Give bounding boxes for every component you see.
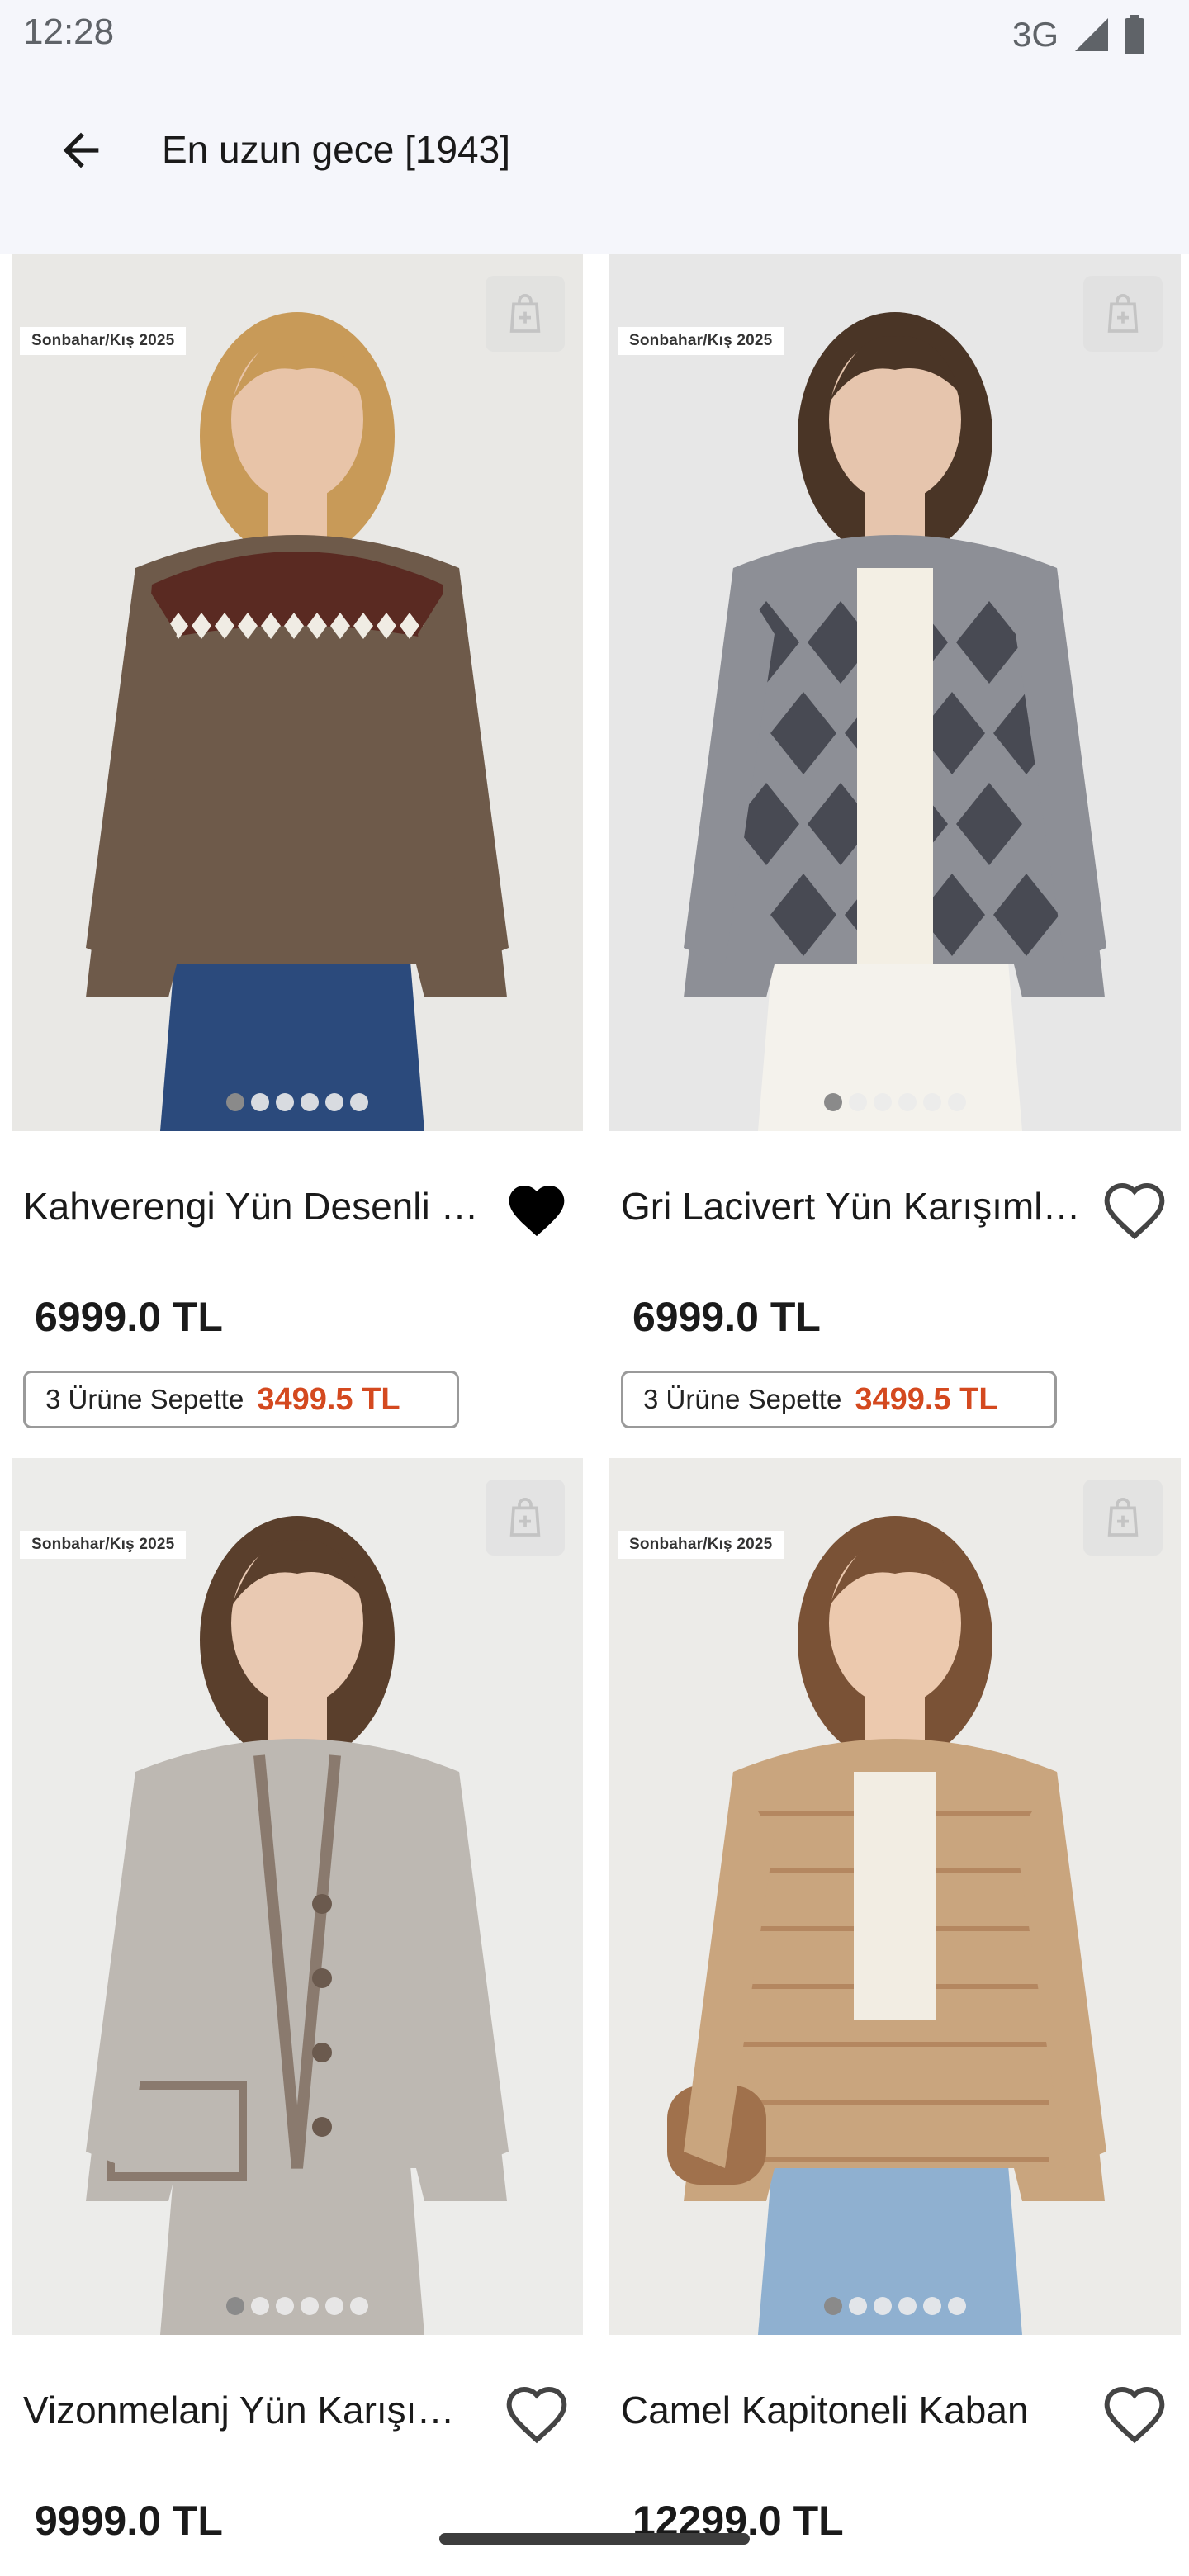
add-to-cart-button[interactable] — [1083, 1480, 1163, 1556]
favorite-button[interactable] — [497, 1176, 576, 1245]
carousel-dot[interactable] — [276, 1093, 294, 1111]
carousel-dot[interactable] — [948, 1093, 966, 1111]
product-photo — [609, 254, 1181, 1131]
product-name[interactable]: Gri Lacivert Yün Karışımlı Ceket — [621, 1184, 1083, 1229]
season-badge: Sonbahar/Kış 2025 — [618, 1531, 784, 1559]
favorite-button[interactable] — [1095, 1176, 1174, 1245]
carousel-dot[interactable] — [923, 1093, 941, 1111]
add-to-cart-button[interactable] — [486, 1480, 565, 1556]
product-photo — [609, 1458, 1181, 2335]
promo-price: 3499.5 TL — [257, 1381, 400, 1417]
product-image[interactable]: Sonbahar/Kış 2025 — [609, 1458, 1181, 2335]
carousel-dot[interactable] — [898, 2297, 917, 2315]
season-badge: Sonbahar/Kış 2025 — [20, 1531, 187, 1559]
signal-icon — [1075, 18, 1108, 51]
favorite-button[interactable] — [497, 2379, 576, 2449]
promo-badge: 3 Ürüne Sepette 3499.5 TL — [23, 1371, 459, 1428]
battery-icon — [1125, 15, 1144, 54]
carousel-dot[interactable] — [849, 1093, 867, 1111]
heart-filled-icon — [509, 1186, 565, 1237]
promo-price: 3499.5 TL — [855, 1381, 998, 1417]
carousel-dot[interactable] — [923, 2297, 941, 2315]
heart-outline-icon — [1104, 2386, 1165, 2444]
status-bar: 12:28 3G — [0, 0, 1189, 69]
add-to-cart-button[interactable] — [486, 276, 565, 352]
product-photo — [12, 254, 583, 1131]
product-name[interactable]: Camel Kapitoneli Kaban — [621, 2388, 1083, 2432]
product-image[interactable]: Sonbahar/Kış 2025 — [12, 1458, 583, 2335]
status-icons: 3G — [1012, 12, 1149, 58]
product-name[interactable]: Vizonmelanj Yün Karışımlı Ceket — [23, 2388, 486, 2432]
screen: 12:28 3G En uzun gece [1943] Sonbahar/Kı… — [0, 0, 1189, 2576]
add-to-cart-button[interactable] — [1083, 276, 1163, 352]
carousel-dot[interactable] — [824, 2297, 842, 2315]
home-indicator[interactable] — [439, 2533, 750, 2545]
page-title: En uzun gece [1943] — [162, 128, 510, 171]
heart-outline-icon — [1104, 1182, 1165, 1240]
carousel-dot[interactable] — [874, 2297, 892, 2315]
carousel-dot[interactable] — [301, 2297, 319, 2315]
carousel-dot[interactable] — [898, 1093, 917, 1111]
product-price: 6999.0 TL — [35, 1294, 223, 1340]
carousel-dot[interactable] — [948, 2297, 966, 2315]
shopping-bag-plus-icon — [1107, 1497, 1139, 1537]
shopping-bag-plus-icon — [509, 293, 541, 333]
carousel-dot[interactable] — [849, 2297, 867, 2315]
carousel-dot[interactable] — [874, 1093, 892, 1111]
season-badge: Sonbahar/Kış 2025 — [618, 327, 784, 355]
heart-outline-icon — [506, 2386, 567, 2444]
product-price: 9999.0 TL — [35, 2498, 223, 2544]
arrow-left-icon — [63, 132, 99, 168]
carousel-dot[interactable] — [824, 1093, 842, 1111]
status-time: 12:28 — [23, 12, 115, 52]
carousel-dot[interactable] — [251, 1093, 269, 1111]
product-image[interactable]: Sonbahar/Kış 2025 — [12, 254, 583, 1131]
carousel-dot[interactable] — [226, 1093, 244, 1111]
product-price: 6999.0 TL — [632, 1294, 821, 1340]
promo-badge: 3 Ürüne Sepette 3499.5 TL — [621, 1371, 1057, 1428]
image-carousel-dots[interactable] — [609, 1093, 1181, 1111]
product-name[interactable]: Kahverengi Yün Desenli Kazak — [23, 1184, 486, 1229]
back-button[interactable] — [33, 102, 129, 198]
image-carousel-dots[interactable] — [12, 1093, 583, 1111]
carousel-dot[interactable] — [350, 1093, 368, 1111]
shopping-bag-plus-icon — [1107, 293, 1139, 333]
carousel-dot[interactable] — [226, 2297, 244, 2315]
image-carousel-dots[interactable] — [12, 2297, 583, 2315]
product-photo — [12, 1458, 583, 2335]
carousel-dot[interactable] — [276, 2297, 294, 2315]
image-carousel-dots[interactable] — [609, 2297, 1181, 2315]
carousel-dot[interactable] — [350, 2297, 368, 2315]
promo-label: 3 Ürüne Sepette — [45, 1384, 244, 1414]
network-type: 3G — [1011, 15, 1059, 54]
favorite-button[interactable] — [1095, 2379, 1174, 2449]
app-bar: En uzun gece [1943] — [0, 69, 1189, 254]
carousel-dot[interactable] — [325, 2297, 343, 2315]
season-badge: Sonbahar/Kış 2025 — [20, 327, 187, 355]
carousel-dot[interactable] — [251, 2297, 269, 2315]
promo-label: 3 Ürüne Sepette — [643, 1384, 842, 1414]
product-image[interactable]: Sonbahar/Kış 2025 — [609, 254, 1181, 1131]
carousel-dot[interactable] — [301, 1093, 319, 1111]
carousel-dot[interactable] — [325, 1093, 343, 1111]
shopping-bag-plus-icon — [509, 1497, 541, 1537]
